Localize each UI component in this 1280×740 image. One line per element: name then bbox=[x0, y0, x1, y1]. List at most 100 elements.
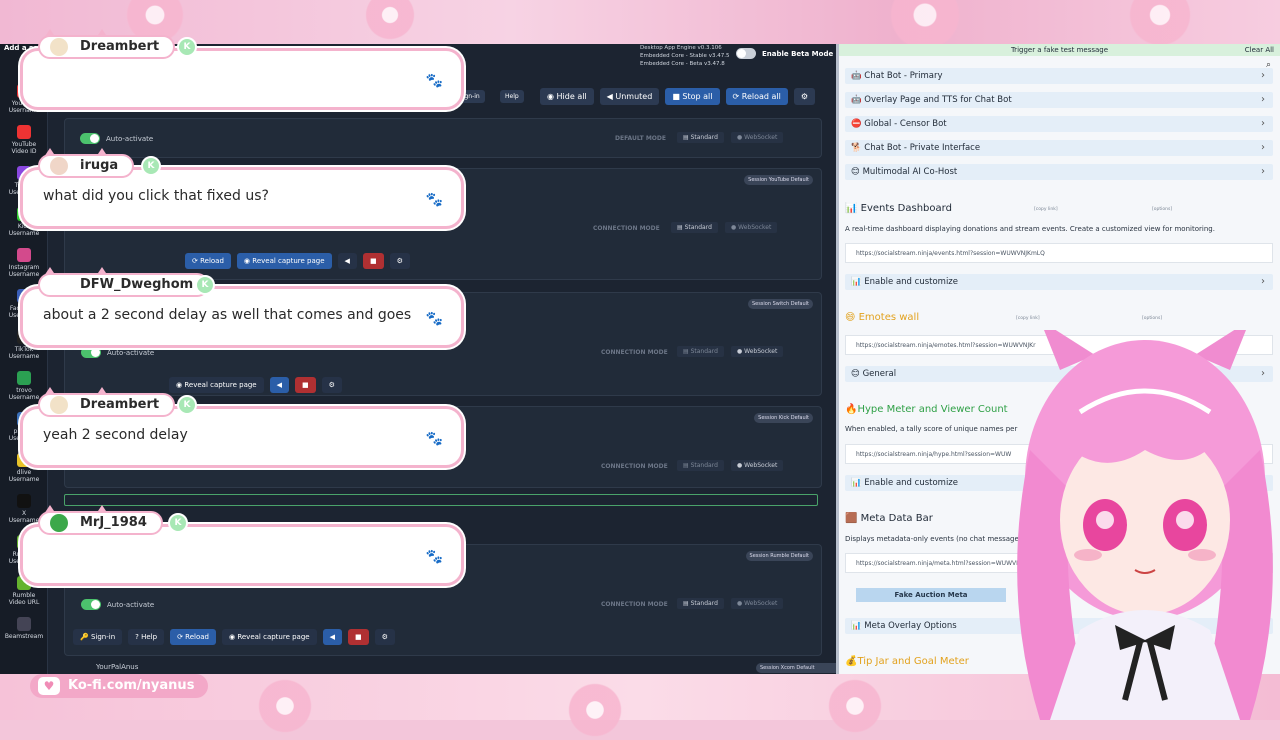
reveal-capture-button[interactable]: ◉ Reveal capture page bbox=[169, 377, 264, 393]
mode-label: WebSocket bbox=[744, 462, 778, 469]
toggle-switch[interactable] bbox=[80, 133, 100, 144]
mode-standard[interactable]: ▤ Standard bbox=[677, 346, 724, 357]
stop-button[interactable]: ■ bbox=[295, 377, 316, 393]
events-url-field[interactable]: https://socialstream.ninja/events.html?s… bbox=[845, 243, 1273, 263]
chat-username-chip: Dreambert bbox=[38, 393, 176, 417]
gear-icon: ⚙ bbox=[396, 257, 403, 265]
toggle-switch[interactable] bbox=[81, 599, 101, 610]
mode-label: Standard bbox=[690, 600, 718, 607]
reload-all-button[interactable]: ⟳ Reload all bbox=[725, 88, 788, 105]
section-title: Hype Meter and Viewer Count bbox=[857, 404, 1008, 415]
copy-link-button[interactable]: [copy link] bbox=[1034, 207, 1058, 212]
mode-websocket[interactable]: ● WebSocket bbox=[731, 132, 784, 143]
blossom-decor bbox=[250, 676, 320, 736]
menu-overlay-tts[interactable]: 🤖 Overlay Page and TTS for Chat Bot bbox=[845, 92, 1273, 108]
stop-all-button[interactable]: ■ Stop all bbox=[665, 88, 720, 105]
chat-username: MrJ_1984 bbox=[80, 515, 147, 530]
mute-button[interactable]: ◀ bbox=[269, 377, 290, 393]
chat-username: Dreambert bbox=[80, 397, 160, 412]
mode-label: Standard bbox=[690, 462, 718, 469]
settings-button[interactable]: ⚙ bbox=[389, 253, 410, 269]
kofi-link[interactable]: ♥ Ko-fi.com/nyanus bbox=[30, 674, 209, 698]
paw-icon: 🐾 bbox=[425, 311, 443, 327]
avatar bbox=[50, 38, 68, 56]
menu-label: General bbox=[862, 369, 897, 379]
panel-actions: 🔑 Sign-in ? Help ⟳ Reload ◉ Reveal captu… bbox=[73, 629, 395, 645]
copy-link-button[interactable]: [copy link] bbox=[1016, 316, 1040, 321]
help-button[interactable]: ? Help bbox=[128, 629, 165, 645]
beta-mode-toggle[interactable]: Enable Beta Mode bbox=[736, 48, 833, 59]
settings-button[interactable]: ⚙ bbox=[793, 88, 816, 105]
paw-icon: 🐾 bbox=[425, 431, 443, 447]
avatar bbox=[50, 157, 68, 175]
connection-mode-label: CONNECTION MODE bbox=[601, 601, 668, 608]
menu-label: Enable and customize bbox=[864, 277, 959, 287]
sidebar-item[interactable]: Instagram Username bbox=[2, 248, 46, 278]
chat-username-chip: DFW_Dweghom bbox=[38, 273, 210, 297]
mode-websocket[interactable]: ● WebSocket bbox=[731, 460, 784, 471]
reveal-capture-button[interactable]: ◉ Reveal capture page bbox=[221, 629, 317, 645]
mute-button[interactable]: ◀ bbox=[337, 253, 357, 269]
hype-meter-title: 🔥Hype Meter and Viewer Count bbox=[845, 404, 1008, 415]
toggle-switch[interactable] bbox=[736, 48, 756, 59]
sidebar-item[interactable]: Beamstream bbox=[2, 617, 46, 640]
platform-icon bbox=[17, 248, 31, 262]
hide-all-button[interactable]: ◉ Hide all bbox=[540, 88, 594, 105]
mode-standard[interactable]: ▤ Standard bbox=[677, 132, 724, 143]
events-dashboard-title: 📊 Events Dashboard bbox=[845, 203, 952, 214]
sidebar-item-label: TikTok Username bbox=[8, 346, 40, 360]
help-label: Help bbox=[141, 633, 158, 641]
unmuted-button[interactable]: ◀ Unmuted bbox=[599, 88, 660, 105]
fake-message-bar[interactable]: Trigger a fake test message Clear All bbox=[839, 44, 1280, 56]
events-enable-customize[interactable]: 📊 Enable and customize bbox=[845, 274, 1273, 290]
settings-button[interactable]: ⚙ bbox=[374, 629, 395, 645]
mode-standard[interactable]: ▤ Standard bbox=[677, 598, 724, 609]
options-button[interactable]: [options] bbox=[1152, 207, 1172, 212]
section-title: Tip Jar and Goal Meter bbox=[857, 656, 969, 667]
toggle-switch[interactable] bbox=[81, 347, 101, 358]
stop-button[interactable]: ■ bbox=[348, 629, 369, 645]
clear-all-button[interactable]: Clear All bbox=[1245, 44, 1274, 56]
mode-standard[interactable]: ▤ Standard bbox=[677, 460, 724, 471]
mode-standard[interactable]: ▤ Standard bbox=[671, 222, 718, 233]
gear-icon: ⚙ bbox=[328, 381, 335, 389]
sidebar-item[interactable]: YouTube Video ID bbox=[2, 125, 46, 155]
blossom-decor bbox=[560, 680, 630, 740]
mode-label: WebSocket bbox=[744, 348, 778, 355]
kick-badge-icon: K bbox=[177, 395, 197, 415]
settings-button[interactable]: ⚙ bbox=[321, 377, 342, 393]
mode-websocket[interactable]: ● WebSocket bbox=[725, 222, 778, 233]
menu-censor-bot[interactable]: ⛔ Global - Censor Bot bbox=[845, 116, 1273, 132]
active-source-outline bbox=[64, 494, 818, 506]
session-tag: Session Kick Default bbox=[754, 413, 813, 423]
sidebar-item[interactable]: trovo Username bbox=[2, 371, 46, 401]
stop-button[interactable]: ■ bbox=[362, 253, 384, 269]
auto-activate[interactable]: Auto-activate bbox=[80, 133, 153, 144]
menu-ai-cohost[interactable]: 😊 Multimodal AI Co-Host bbox=[845, 164, 1273, 180]
kick-badge-icon: K bbox=[195, 275, 215, 295]
mode-websocket[interactable]: ● WebSocket bbox=[731, 598, 784, 609]
chat-message-text: about a 2 second delay as well that come… bbox=[43, 307, 412, 323]
menu-private-interface[interactable]: 🐕 Chat Bot - Private Interface bbox=[845, 140, 1273, 156]
mute-button[interactable]: ◀ bbox=[322, 629, 342, 645]
sidebar-item-label: trovo Username bbox=[8, 387, 40, 401]
version-line: Desktop App Engine v0.3.106 bbox=[640, 45, 722, 51]
auto-activate[interactable]: Auto-activate bbox=[81, 599, 154, 610]
meta-description: Displays metadata-only events (no chat m… bbox=[845, 535, 1019, 543]
signin-button[interactable]: 🔑 Sign-in bbox=[73, 629, 123, 645]
reveal-capture-button[interactable]: ◉ Reveal capture page bbox=[236, 253, 332, 269]
chat-username: Dreambert bbox=[80, 39, 160, 54]
reload-button[interactable]: ⟳ Reload bbox=[170, 629, 216, 645]
emotes-wall-title: 😄 Emotes wall bbox=[845, 312, 920, 323]
mode-label: Standard bbox=[684, 224, 712, 231]
options-button[interactable]: [options] bbox=[1142, 316, 1162, 321]
fake-auction-button[interactable]: Fake Auction Meta bbox=[856, 588, 1006, 602]
menu-chat-bot-primary[interactable]: 🤖 Chat Bot - Primary bbox=[845, 68, 1273, 84]
avatar bbox=[50, 396, 68, 414]
reload-button[interactable]: ⟳ Reload bbox=[185, 253, 231, 269]
mode-websocket[interactable]: ● WebSocket bbox=[731, 346, 784, 357]
auto-activate-label: Auto-activate bbox=[107, 348, 155, 357]
hide-all-label: Hide all bbox=[556, 92, 587, 101]
top-help-button[interactable]: Help bbox=[500, 90, 524, 103]
auto-activate[interactable]: Auto-activate bbox=[81, 347, 154, 358]
